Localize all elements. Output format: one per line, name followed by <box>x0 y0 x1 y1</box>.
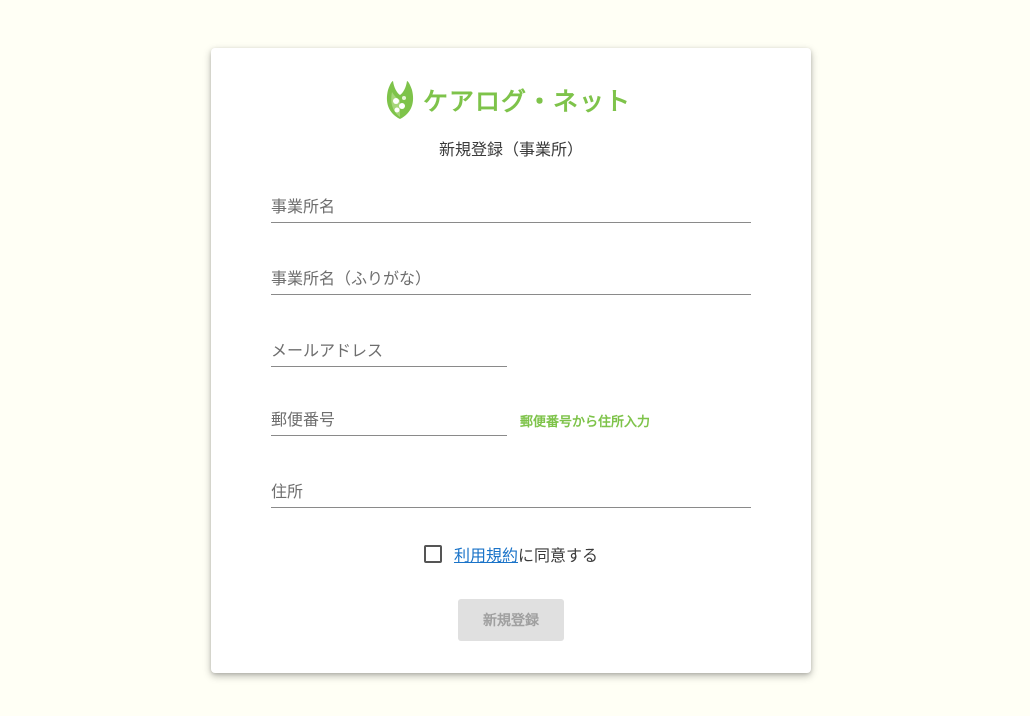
address-field <box>271 479 751 508</box>
email-input[interactable] <box>271 338 507 366</box>
terms-agree-label: に同意する <box>518 546 599 565</box>
register-button[interactable]: 新規登録 <box>458 599 564 641</box>
registration-card: ケアログ・ネット 新規登録（事業所） 郵便番号から住所入力 利用規約 に同意する… <box>211 48 811 673</box>
postal-lookup-button[interactable]: 郵便番号から住所入力 <box>520 411 650 430</box>
postal-code-field <box>271 407 507 436</box>
office-name-field <box>271 194 751 223</box>
office-name-input[interactable] <box>271 194 751 222</box>
office-name-kana-input[interactable] <box>271 266 751 294</box>
terms-link[interactable]: 利用規約 <box>454 542 518 566</box>
address-input[interactable] <box>271 479 751 507</box>
terms-checkbox[interactable] <box>423 545 442 563</box>
brand-name: ケアログ・ネット <box>423 87 632 116</box>
brand-logo: ケアログ・ネット <box>385 80 631 120</box>
page-title: 新規登録（事業所） <box>438 140 583 159</box>
email-field <box>271 338 507 367</box>
leaf-logo-icon <box>386 81 414 119</box>
terms-agreement: 利用規約 に同意する <box>211 542 811 566</box>
postal-code-input[interactable] <box>271 407 507 435</box>
office-name-kana-field <box>271 266 751 295</box>
